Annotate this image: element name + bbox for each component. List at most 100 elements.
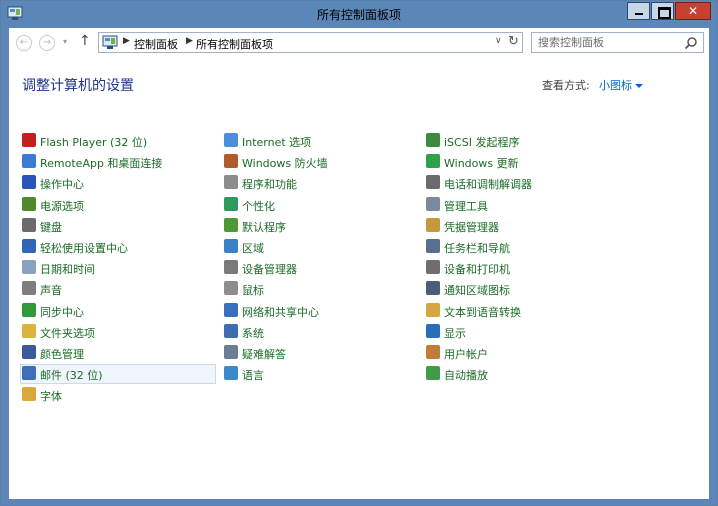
control-panel-item-label: 键盘: [40, 221, 62, 234]
window-client: ← → ▾ ↑ ▶ 控制面板 ▶ 所有控制面板项 ∨ ↻ 搜索控制面板 调整计算…: [9, 28, 709, 499]
troubleshooting-icon: [224, 345, 238, 359]
devices-printers-icon: [426, 260, 440, 274]
control-panel-item[interactable]: 轻松使用设置中心: [20, 237, 216, 257]
recent-locations-dropdown[interactable]: ▾: [63, 37, 67, 46]
window-title: 所有控制面板项: [316, 8, 401, 22]
control-panel-item-label: Windows 更新: [444, 157, 519, 170]
control-panel-item[interactable]: 通知区域图标: [424, 279, 620, 299]
control-panel-item[interactable]: 文本到语音转换: [424, 301, 620, 321]
breadcrumb-all-items[interactable]: 所有控制面板项: [196, 36, 273, 52]
control-panel-item-label: 颜色管理: [40, 348, 84, 361]
control-panel-item-label: 系统: [242, 327, 264, 340]
sound-icon: [22, 281, 36, 295]
control-panel-item-label: 疑难解答: [242, 348, 286, 361]
up-button[interactable]: ↑: [79, 33, 91, 49]
taskbar-navigation-icon: [426, 239, 440, 253]
region-icon: [224, 239, 238, 253]
page-title: 调整计算机的设置: [22, 78, 134, 94]
control-panel-item[interactable]: 设备管理器: [222, 258, 418, 278]
breadcrumb-separator-icon[interactable]: ▶: [186, 36, 193, 46]
control-panel-item[interactable]: 邮件 (32 位): [20, 364, 216, 384]
breadcrumb-separator-icon[interactable]: ▶: [123, 36, 130, 46]
forward-button[interactable]: →: [39, 35, 55, 51]
control-panel-item[interactable]: 电源选项: [20, 195, 216, 215]
control-panel-item-label: 任务栏和导航: [444, 242, 510, 255]
search-box[interactable]: [531, 32, 704, 53]
maximize-button[interactable]: [651, 2, 674, 20]
control-panel-item[interactable]: 颜色管理: [20, 343, 216, 363]
control-panel-item-label: 设备管理器: [242, 263, 297, 276]
ease-of-access-icon: [22, 239, 36, 253]
control-panel-item[interactable]: 管理工具: [424, 195, 620, 215]
control-panel-item-label: Flash Player (32 位): [40, 136, 148, 149]
sync-center-icon: [22, 303, 36, 317]
search-input[interactable]: [538, 35, 678, 50]
notification-area-icon: [426, 281, 440, 295]
close-button[interactable]: ✕: [675, 2, 711, 20]
control-panel-item-label: 声音: [40, 284, 62, 297]
control-panel-item-label: 鼠标: [242, 284, 264, 297]
control-panel-item[interactable]: 程序和功能: [222, 173, 418, 193]
flash-player-icon: [22, 133, 36, 147]
text-to-speech-icon: [426, 303, 440, 317]
refresh-icon[interactable]: ↻: [508, 34, 519, 49]
control-panel-item[interactable]: Flash Player (32 位): [20, 131, 216, 151]
control-panel-item[interactable]: 日期和时间: [20, 258, 216, 278]
control-panel-item[interactable]: 网络和共享中心: [222, 301, 418, 321]
control-panel-item[interactable]: 语言: [222, 364, 418, 384]
view-by-label: 查看方式:: [542, 79, 590, 92]
control-panel-item[interactable]: 自动播放: [424, 364, 620, 384]
control-panel-item-label: 文本到语音转换: [444, 306, 521, 319]
control-panel-item[interactable]: iSCSI 发起程序: [424, 131, 620, 151]
control-panel-item-label: 凭据管理器: [444, 221, 499, 234]
control-panel-item[interactable]: 操作中心: [20, 173, 216, 193]
control-panel-item[interactable]: RemoteApp 和桌面连接: [20, 152, 216, 172]
mail-icon: [22, 366, 36, 380]
device-manager-icon: [224, 260, 238, 274]
action-center-flag-icon: [22, 175, 36, 189]
back-button[interactable]: ←: [16, 35, 32, 51]
breadcrumb-control-panel[interactable]: 控制面板: [134, 36, 178, 52]
control-panel-item[interactable]: Windows 更新: [424, 152, 620, 172]
control-panel-item[interactable]: 系统: [222, 322, 418, 342]
control-panel-item-label: 用户帐户: [444, 348, 488, 361]
power-options-icon: [22, 197, 36, 211]
control-panel-item[interactable]: 显示: [424, 322, 620, 342]
control-panel-item[interactable]: 个性化: [222, 195, 418, 215]
control-panel-item[interactable]: 区域: [222, 237, 418, 257]
control-panel-item[interactable]: 文件夹选项: [20, 322, 216, 342]
control-panel-item[interactable]: 疑难解答: [222, 343, 418, 363]
control-panel-icon: [102, 35, 118, 49]
control-panel-item[interactable]: 默认程序: [222, 216, 418, 236]
address-dropdown-icon[interactable]: ∨: [495, 36, 502, 46]
view-by-value: 小图标: [599, 79, 632, 92]
network-sharing-icon: [224, 303, 238, 317]
search-icon[interactable]: [684, 36, 698, 50]
control-panel-item[interactable]: Internet 选项: [222, 131, 418, 151]
control-panel-item[interactable]: 声音: [20, 279, 216, 299]
control-panel-item[interactable]: 电话和调制解调器: [424, 173, 620, 193]
control-panel-item-label: 操作中心: [40, 178, 84, 191]
keyboard-icon: [22, 218, 36, 232]
control-panel-item[interactable]: 凭据管理器: [424, 216, 620, 236]
control-panel-item[interactable]: 鼠标: [222, 279, 418, 299]
language-icon: [224, 366, 238, 380]
administrative-tools-icon: [426, 197, 440, 211]
control-panel-item[interactable]: 任务栏和导航: [424, 237, 620, 257]
control-panel-item[interactable]: 键盘: [20, 216, 216, 236]
control-panel-item[interactable]: 设备和打印机: [424, 258, 620, 278]
control-panel-item[interactable]: Windows 防火墙: [222, 152, 418, 172]
firewall-icon: [224, 154, 238, 168]
title-bar[interactable]: 所有控制面板项 ✕: [1, 1, 717, 28]
view-by-dropdown[interactable]: 小图标: [599, 77, 643, 93]
content-area: 调整计算机的设置 查看方式: 小图标 Flash Player (32 位) Re…: [9, 58, 709, 499]
mouse-icon: [224, 281, 238, 295]
control-panel-item[interactable]: 用户帐户: [424, 343, 620, 363]
control-panel-item-label: 电话和调制解调器: [444, 178, 532, 191]
control-panel-item[interactable]: 同步中心: [20, 301, 216, 321]
control-panel-item[interactable]: 字体: [20, 385, 216, 405]
color-management-icon: [22, 345, 36, 359]
control-panel-item-label: 电源选项: [40, 200, 84, 213]
minimize-button[interactable]: [627, 2, 650, 20]
address-bar[interactable]: ▶ 控制面板 ▶ 所有控制面板项 ∨ ↻: [98, 32, 523, 53]
